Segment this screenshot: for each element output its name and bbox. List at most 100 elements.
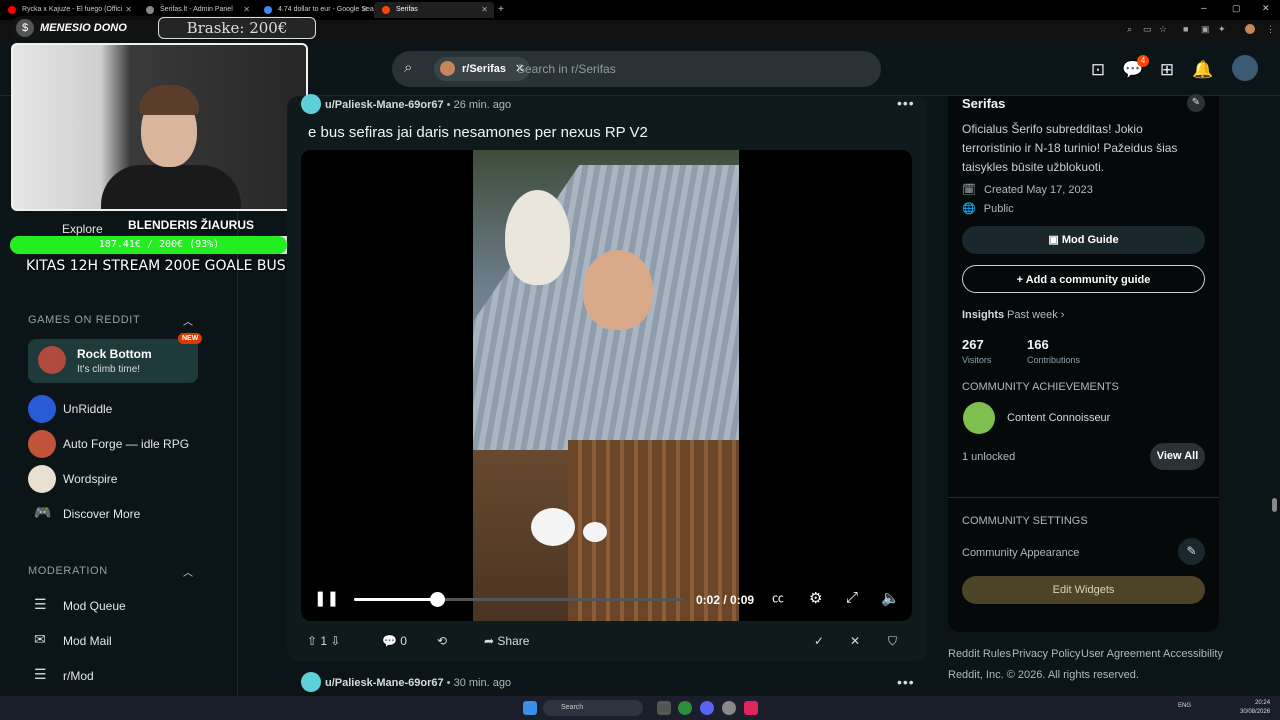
maximize-icon[interactable]: ▢ (1232, 3, 1241, 14)
view-all-button[interactable]: View All (1150, 443, 1205, 470)
subreddit-avatar (440, 61, 455, 76)
egg-shell (531, 508, 575, 546)
notification-badge: 4 (1137, 55, 1149, 67)
chrome-icon[interactable] (678, 701, 692, 715)
post-author[interactable]: u/Paliesk-Mane-69or67 (325, 99, 444, 111)
edit-icon[interactable]: ✎ (1178, 538, 1205, 565)
steam-icon[interactable] (722, 701, 736, 715)
contributions-count: 166 (1027, 337, 1049, 352)
extension-icon[interactable]: ▣ (1201, 24, 1210, 35)
language-indicator[interactable]: ENG (1178, 703, 1191, 709)
close-icon[interactable]: ✕ (361, 5, 368, 14)
sidebar-item-auto-forge[interactable]: Auto Forge — idle RPG (28, 430, 218, 458)
menu-icon[interactable]: ⋮ (1266, 24, 1275, 35)
minimize-icon[interactable]: – (1201, 3, 1207, 14)
dono-label: MENESIO DONO (40, 22, 127, 34)
puzzle-icon[interactable]: ✦ (1218, 24, 1226, 35)
more-options-icon[interactable]: ••• (897, 674, 915, 690)
page-scrollbar[interactable] (1272, 498, 1277, 512)
post-author[interactable]: u/Paliesk-Mane-69or67 (325, 677, 444, 689)
close-icon[interactable]: ✕ (243, 5, 250, 14)
mod-guide-label: Mod Guide (1061, 234, 1119, 246)
unriddle-icon (28, 395, 56, 423)
red-hen (583, 250, 653, 330)
edit-widgets-button[interactable]: Edit Widgets (962, 576, 1205, 604)
tab-title: Serifas (396, 6, 418, 13)
stream-banner: KITAS 12H STREAM 200E GOALE BUS (26, 258, 286, 274)
insights-period-dropdown[interactable]: Past week › (1007, 309, 1064, 321)
moderation-section-title: MODERATION (28, 565, 108, 577)
share-button[interactable]: ➦ Share (484, 634, 529, 654)
browser-tab-active[interactable]: Serifas ✕ (374, 2, 494, 18)
created-text: Created May 17, 2023 (984, 184, 1093, 196)
author-avatar[interactable] (301, 94, 321, 114)
windows-start-icon[interactable] (523, 701, 537, 715)
video-player[interactable] (301, 150, 912, 621)
search-placeholder: Search in r/Serifas (517, 62, 616, 76)
search-input[interactable]: ⌕ r/Serifas ✕ Search in r/Serifas (392, 51, 881, 87)
pause-icon[interactable]: ❚❚ (314, 589, 339, 607)
shield-icon[interactable]: ⛉ (888, 634, 897, 654)
user-avatar[interactable] (1232, 55, 1258, 81)
gamepad-icon: 🎮 (34, 504, 52, 520)
add-community-guide-button[interactable]: + Add a community guide (962, 265, 1205, 293)
taskbar-clock[interactable]: 20:24 30/08/2026 (1240, 699, 1270, 717)
visibility-row: 🌐 Public (962, 203, 1014, 215)
post-meta: u/Paliesk-Mane-69or67 • 26 min. ago (325, 99, 512, 111)
chevron-up-icon[interactable]: ︿ (183, 313, 193, 328)
clock-date: 30/08/2026 (1240, 709, 1271, 715)
profile-icon[interactable] (1245, 24, 1255, 34)
chevron-up-icon[interactable]: ︿ (183, 564, 193, 579)
app-icon[interactable] (657, 701, 671, 715)
sidebar-item-label: Wordspire (63, 472, 118, 486)
remove-icon[interactable]: ✕ (850, 634, 860, 654)
tiktok-icon[interactable] (744, 701, 758, 715)
insights-label: Insights (962, 309, 1005, 321)
egg-shell (583, 522, 607, 542)
close-window-icon[interactable]: ✕ (1262, 3, 1270, 14)
post-title[interactable]: e bus sefiras jai daris nesamones per ne… (308, 124, 648, 141)
volume-icon[interactable]: 🔈 (881, 589, 900, 607)
created-row: 🗓 Created May 17, 2023 (962, 184, 1093, 196)
create-post-icon[interactable]: ⊞ (1155, 58, 1179, 82)
new-tab-button[interactable]: + (498, 4, 504, 15)
extension-icon[interactable]: ■ (1183, 24, 1188, 34)
comments-button[interactable]: 💬 0 (382, 634, 407, 654)
zoom-icon[interactable]: ⌕ (1127, 24, 1132, 35)
footer-link[interactable]: Privacy Policy (1012, 648, 1080, 660)
video-scrubber-knob[interactable] (429, 592, 445, 607)
footer-link[interactable]: User Agreement (1081, 648, 1160, 660)
sidebar-item-explore[interactable]: Explore (32, 222, 103, 236)
fullscreen-icon[interactable]: ⤢ (846, 589, 858, 606)
search-scope-chip[interactable]: r/Serifas ✕ (434, 57, 531, 81)
edit-icon[interactable]: ✎ (1187, 94, 1205, 112)
sidebar-item-mod-mail[interactable]: ✉ Mod Mail (28, 627, 218, 651)
sidebar-item-wordspire[interactable]: Wordspire (28, 465, 218, 493)
captions-icon[interactable]: ㏄ (772, 589, 784, 606)
sidebar-item-r-mod[interactable]: ☰ r/Mod (28, 662, 218, 686)
ads-icon[interactable]: ⊡ (1086, 58, 1110, 82)
community-name: Serifas (962, 96, 1006, 111)
author-avatar[interactable] (301, 672, 321, 692)
insights-period: Past week (1007, 309, 1058, 321)
footer-link[interactable]: Reddit Rules (948, 648, 1011, 660)
settings-icon[interactable]: ⚙ (809, 589, 822, 607)
star-icon[interactable]: ☆ (1159, 24, 1167, 35)
discord-icon[interactable] (700, 701, 714, 715)
close-icon[interactable]: ✕ (481, 5, 488, 14)
video-scrubber[interactable] (354, 592, 684, 607)
taskbar-search[interactable]: Search (543, 700, 643, 716)
cast-icon[interactable]: ▭ (1143, 24, 1152, 35)
mod-guide-button[interactable]: ▣ Mod Guide (962, 226, 1205, 254)
more-options-icon[interactable]: ••• (897, 95, 915, 111)
approve-icon[interactable]: ✓ (814, 634, 824, 654)
sidebar-item-discover-more[interactable]: 🎮 Discover More (28, 500, 218, 524)
sidebar-item-unriddle[interactable]: UnRiddle (28, 395, 218, 423)
bell-icon[interactable]: 🔔 (1191, 58, 1215, 82)
featured-game-card[interactable]: Rock Bottom It's climb time! NEW (28, 333, 203, 383)
footer-link[interactable]: Accessibility (1163, 648, 1223, 660)
close-icon[interactable]: ✕ (125, 5, 132, 14)
sidebar-item-mod-queue[interactable]: ☰ Mod Queue (28, 592, 218, 616)
crosspost-icon[interactable]: ⟲ (437, 634, 447, 654)
upvote-button[interactable]: ⇧ 1 ⇩ (307, 634, 340, 654)
